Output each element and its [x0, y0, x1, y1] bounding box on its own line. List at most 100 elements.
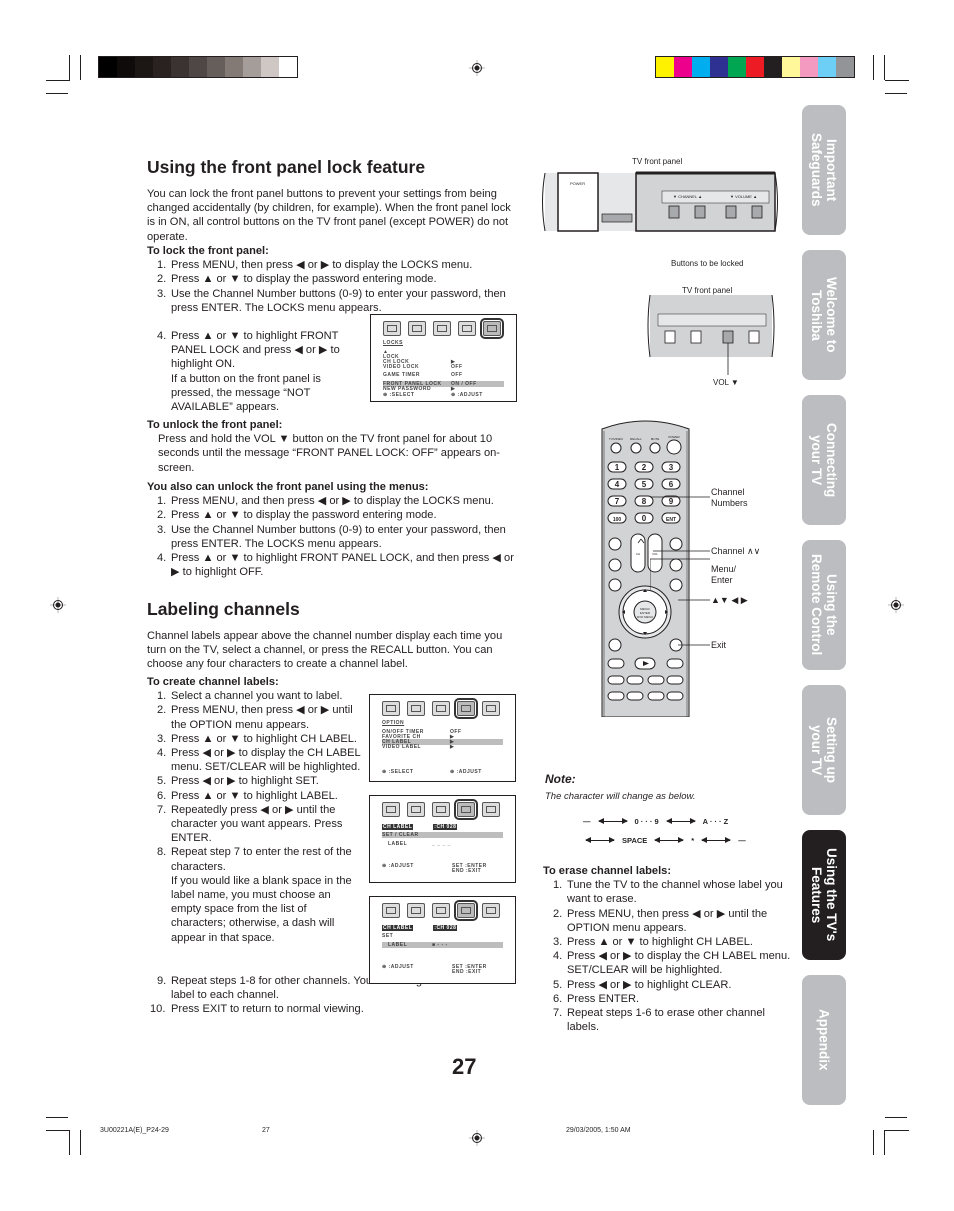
audio-icon [407, 903, 425, 918]
list-item: 5. Press ◀ or ▶ to highlight SET. [157, 775, 319, 788]
gray-swatch [207, 57, 225, 77]
osd-footer: END :EXIT [452, 969, 482, 975]
audio-icon [407, 802, 425, 817]
list-item: 1. Press MENU, then press ◀ or ▶ to displ… [157, 259, 473, 271]
list-item: 7. Repeat steps 1-6 to erase other channe… [553, 1007, 765, 1034]
tab-setting-up-your-tv[interactable]: Setting up your TV [802, 685, 846, 815]
character-sequence-row-2: SPACE * — [585, 836, 746, 845]
color-swatch [674, 57, 692, 77]
double-arrow-icon [701, 837, 732, 843]
picture-icon [382, 802, 400, 817]
osd-header: CH LABEL:CH 028 [382, 824, 458, 830]
list-item: 4. Press ▲ or ▼ to highlight FRONT PANEL … [157, 552, 514, 579]
option-icon [454, 900, 478, 921]
note-title: Note: [545, 772, 576, 786]
cmyk-color-bar [655, 56, 855, 78]
registration-mark-icon [50, 597, 66, 613]
registration-mark-icon [469, 1130, 485, 1146]
gray-swatch [225, 57, 243, 77]
picture-icon [382, 903, 400, 918]
svg-text:6: 6 [669, 480, 674, 489]
tab-welcome-to-toshiba[interactable]: Welcome to Toshiba [802, 250, 846, 380]
footer-file-name: 3U00221A(E)_P24-29 [100, 1127, 169, 1134]
list-item: 4. Press ◀ or ▶ to display the CH LABEL m… [553, 950, 791, 977]
svg-text:1: 1 [615, 463, 620, 472]
gray-swatch [117, 57, 135, 77]
grayscale-color-bar [98, 56, 298, 78]
section-title-labeling-channels: Labeling channels [147, 599, 300, 619]
locks-icon [482, 903, 500, 918]
menu-icons [383, 318, 504, 339]
locks-icon [480, 318, 504, 339]
osd-row-highlighted: LABEL ■ - - - [382, 942, 503, 948]
double-arrow-icon [585, 837, 615, 843]
list-item: 3. Press ▲ or ▼ to highlight CH LABEL. [553, 936, 753, 949]
osd-footer: END :EXIT [452, 868, 482, 874]
unlock-section: To unlock the front panel: Press and hol… [147, 418, 519, 475]
svg-text:POWER: POWER [668, 435, 680, 439]
note-text: The character will change as below. [545, 791, 696, 802]
lock-heading: To lock the front panel: [147, 244, 269, 257]
color-swatch [710, 57, 728, 77]
remote-callout-lines [650, 496, 710, 646]
svg-text:8: 8 [642, 497, 647, 506]
locks-menu-screen: LOCKS ▲ LOCK CH LOCK ▶ VIDEO LOCK OFF GAME… [370, 314, 517, 402]
osd-row: GAME TIMER OFF [383, 372, 463, 378]
list-item: 10. Press EXIT to return to normal viewin… [150, 1003, 364, 1016]
ch-label-menu-screen-2: CH LABEL:CH 028 SET LABEL ■ - - - ⊕ :ADJU… [369, 896, 516, 984]
svg-text:4: 4 [615, 480, 620, 489]
channel-label: ▼ CHANNEL ▲ [673, 194, 703, 199]
ch-label-menu-screen-1: CH LABEL:CH 028 SET / CLEAR LABEL _ _ _ _… [369, 795, 516, 883]
list-item: 3. Press ▲ or ▼ to highlight CH LABEL. [157, 732, 357, 745]
registration-mark-icon [469, 60, 485, 76]
color-swatch [782, 57, 800, 77]
menu-icons [382, 900, 500, 921]
double-arrow-icon [665, 818, 696, 824]
tab-using-tvs-features[interactable]: Using the TV's Features [802, 830, 846, 960]
svg-text:100: 100 [613, 517, 622, 523]
option-menu-screen: OPTION ON/OFF TIMER OFF FAVORITE CH ▶ CH L… [369, 694, 516, 782]
labeling-intro: Channel labels appear above the channel … [147, 630, 503, 671]
svg-text:7: 7 [615, 497, 620, 506]
tab-connecting-your-tv[interactable]: Connecting your TV [802, 395, 846, 525]
color-swatch [818, 57, 836, 77]
page-number: 27 [452, 1054, 477, 1079]
list-item: 4. Press ◀ or ▶ to display the CH LABEL m… [157, 747, 361, 774]
section-title-front-panel-lock: Using the front panel lock feature [147, 157, 426, 177]
audio-icon [408, 321, 426, 336]
list-item: 3. Use the Channel Number buttons (0-9) t… [157, 288, 506, 315]
list-item: 5. Press ◀ or ▶ to highlight CLEAR. [553, 978, 732, 991]
color-swatch [746, 57, 764, 77]
tv-front-panel-diagram [542, 171, 778, 232]
svg-text:5: 5 [642, 480, 647, 489]
svg-text:CH: CH [636, 552, 640, 556]
tv-front-panel-caption-2: TV front panel [682, 286, 733, 295]
option-icon [454, 698, 478, 719]
osd-row: VIDEO LABEL ▶ [382, 744, 455, 750]
list-item: 1. Select a channel you want to label. [157, 690, 343, 703]
power-label: POWER [570, 181, 586, 186]
unlock-text: Press and hold the VOL ▼ button on the T… [158, 433, 500, 474]
osd-footer: ⊕ :SELECT ⊕ :ADJUST [383, 392, 483, 398]
gray-swatch [279, 57, 297, 77]
list-item: 6. Press ENTER. [553, 992, 640, 1005]
osd-title: LOCKS [383, 340, 403, 346]
list-item: 4. Press ▲ or ▼ to highlight FRONT PANEL … [157, 330, 340, 371]
tab-using-remote-control[interactable]: Using the Remote Control [802, 540, 846, 670]
osd-header: CH LABEL:CH 028 [382, 925, 458, 931]
svg-text:3: 3 [669, 463, 674, 472]
list-item: 2. Press ▲ or ▼ to display the password e… [157, 273, 437, 286]
double-arrow-icon [597, 818, 628, 824]
color-swatch [764, 57, 782, 77]
locks-icon [482, 701, 500, 716]
tab-important-safeguards[interactable]: Important Safeguards [802, 105, 846, 235]
tab-appendix[interactable]: Appendix [802, 975, 846, 1105]
menu-icons [382, 799, 500, 820]
osd-row: SET [382, 933, 394, 939]
gray-swatch [243, 57, 261, 77]
erase-section: To erase channel labels: 1. Tune the TV t… [543, 864, 793, 1034]
list-item: 3. Use the Channel Number buttons (0-9) t… [157, 523, 506, 550]
setup-icon [432, 701, 450, 716]
create-heading: To create channel labels: [147, 676, 279, 688]
color-swatch [656, 57, 674, 77]
